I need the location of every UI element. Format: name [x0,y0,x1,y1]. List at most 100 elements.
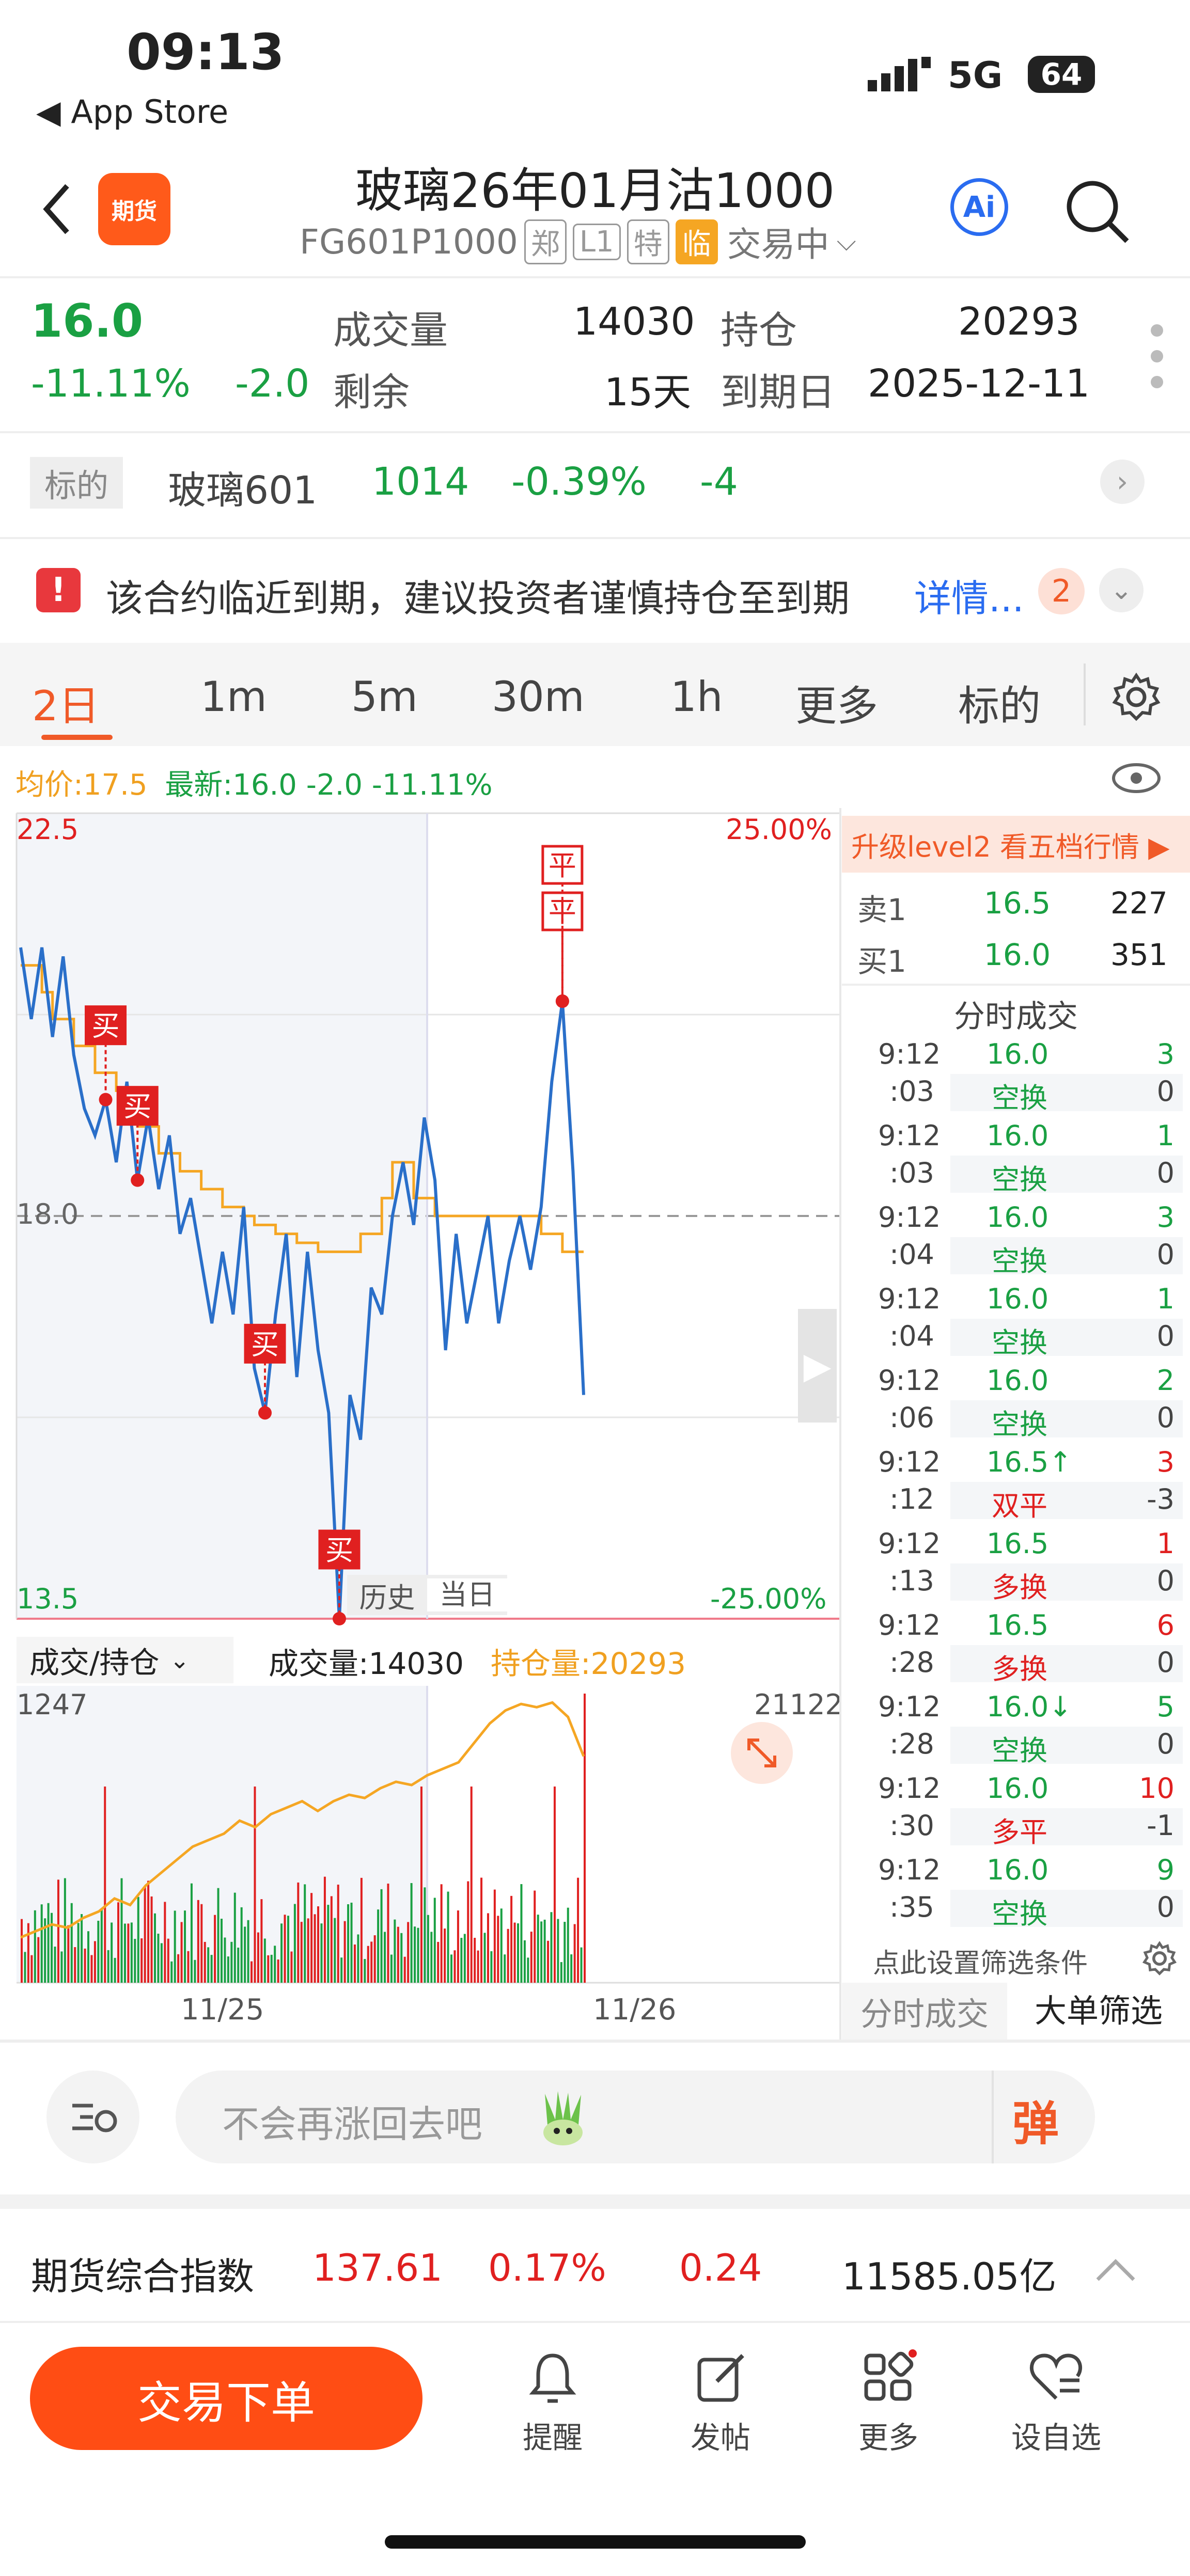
tab-30m[interactable]: 30m [492,673,585,721]
tick-qty: 3 [1156,1201,1175,1234]
intraday-chart[interactable]: 买买买买平平 22.5 18.0 13.5 25.00% -25.00% 历史 … [0,808,839,1639]
volume-bar [394,1919,396,1983]
nav-more-label[interactable]: 更多 [837,2413,940,2457]
history-label[interactable]: 历史 [347,1575,427,1616]
volume-bar [174,1910,176,1983]
notice-details-link[interactable]: 详情... [914,568,1024,622]
tick-qty: 1 [1156,1527,1175,1560]
trade-order-button[interactable]: 交易下单 [30,2347,422,2450]
remain-label: 剩余 [333,370,410,415]
send-danmaku-button[interactable]: 弹 [1012,2086,1059,2153]
history-today-toggle[interactable]: 历史 当日 [347,1575,507,1615]
volume-bar [307,1918,309,1983]
nav-post-label[interactable]: 发帖 [669,2413,772,2457]
volume-bar [257,1932,259,1983]
danmaku-toggle-icon[interactable] [46,2071,139,2163]
chevron-down-icon[interactable]: ⌄ [170,1646,190,1674]
volume-bar [230,1941,233,1983]
trade-status[interactable]: 交易中 [727,217,829,266]
tick-time: 9:12 [878,1690,941,1723]
tick-oi: -3 [1147,1483,1175,1515]
sub-chart-selector-label[interactable]: 成交/持仓 [29,1638,160,1682]
eye-icon[interactable] [1110,760,1162,798]
settings-gear-icon[interactable] [1141,1940,1178,1979]
volume-label: 成交量 [333,308,448,353]
tick-oi: 0 [1156,1157,1175,1189]
y-top-label: 22.5 [17,813,79,846]
index-amount: 11585.05亿 [842,2255,1057,2298]
underlying-name[interactable]: 玻璃601 [168,460,317,515]
tick-row: 9:12 16.0 3:04 空换 0 [842,1201,1190,1278]
volume-bar [373,1935,376,1983]
volume-bar [190,1883,193,1983]
expand-right-handle[interactable]: ▶ [798,1309,837,1423]
nav-watchlist[interactable]: 设自选 [1005,2349,1108,2457]
volume-bar [483,1933,486,1983]
tab-2day[interactable]: 2日 [32,673,100,733]
volume-oi-chart[interactable]: 1247 21122 [0,1686,843,1985]
tick-row: 9:12 16.0 2:06 空换 0 [842,1364,1190,1442]
volume-bar [34,1910,36,1983]
volume-chart-svg [17,1686,839,1984]
chevron-right-icon[interactable]: › [1100,460,1145,504]
tab-5m[interactable]: 5m [351,673,418,721]
chevron-down-icon[interactable]: ⌵ [837,227,856,257]
tick-qty: 3 [1156,1038,1175,1070]
volume-bar [140,1938,143,1983]
sub-chart-selector[interactable]: 成交/持仓 ⌄ [17,1637,233,1683]
tab-underlying[interactable]: 标的 [958,673,1041,733]
fullscreen-icon[interactable] [731,1722,793,1784]
volume-bar [90,1955,93,1983]
notice-count-badge: 2 [1038,568,1085,614]
volume-bar [414,1926,416,1983]
nav-remind[interactable]: 提醒 [501,2349,604,2457]
tab-ticks[interactable]: 分时成交 [842,1988,1007,2034]
volume-bar [424,1887,426,1983]
ai-button[interactable]: Ai [950,178,1008,236]
nav-more[interactable]: 更多 [837,2349,940,2457]
tick-price: 16.0 [987,1119,1049,1152]
chevron-down-icon[interactable]: ⌄ [1099,568,1144,612]
nav-post[interactable]: 发帖 [669,2349,772,2457]
grass-emoji-icon [537,2089,589,2145]
tick-row: 9:12 16.0 3:03 空换 0 [842,1038,1190,1115]
tab-1h[interactable]: 1h [670,673,723,721]
comment-input[interactable]: 不会再涨回去吧 弹 [176,2071,1095,2163]
tick-sec: :30 [889,1809,934,1842]
today-label[interactable]: 当日 [427,1578,507,1611]
tick-qty: 6 [1156,1609,1175,1641]
volume-bar [543,1919,546,1983]
volume-bar [480,1877,483,1983]
tick-price: 16.5 [987,1527,1049,1560]
special-tag: 特 [627,219,669,264]
chevron-up-icon[interactable] [1092,2254,1139,2287]
volume-bar [280,1923,283,1983]
nav-remind-label[interactable]: 提醒 [501,2413,604,2457]
filter-hint[interactable]: 点此设置筛选条件 [873,1941,1088,1980]
volume-bar [417,1927,419,1983]
x-label-1: 11/25 [181,1993,264,2027]
back-to-app-link[interactable]: ◀ App Store [36,93,228,131]
settings-gear-icon[interactable] [1110,671,1162,725]
volume-bar [360,1877,363,1983]
nav-watchlist-label[interactable]: 设自选 [1005,2413,1108,2457]
comment-placeholder[interactable]: 不会再涨回去吧 [222,2094,482,2148]
volume-bar [24,1952,26,1983]
tick-time: 9:12 [878,1364,941,1397]
volume-bar [310,1893,313,1983]
tab-more[interactable]: 更多 [795,673,878,733]
upgrade-level2-banner[interactable]: 升级level2 看五档行情 ▶ [842,816,1190,873]
edit-icon [697,2354,744,2402]
more-dots-icon[interactable] [1149,323,1165,392]
period-tabs: 2日 1m 5m 30m 1h 更多 标的 [0,643,1190,746]
volume-bar [277,1959,279,1983]
index-name: 期货综合指数 [31,2255,255,2298]
search-icon[interactable] [1064,178,1131,247]
volume-bar [150,1896,153,1983]
volume-bar [167,1938,169,1983]
tab-1m[interactable]: 1m [200,673,267,721]
volume-bar [547,1940,550,1983]
tab-large-orders[interactable]: 大单筛选 [1007,1983,1190,2040]
index-bar[interactable]: 期货综合指数 137.61 0.17% 0.24 11585.05亿 [0,2210,1190,2324]
volume-bar [563,1922,566,1983]
